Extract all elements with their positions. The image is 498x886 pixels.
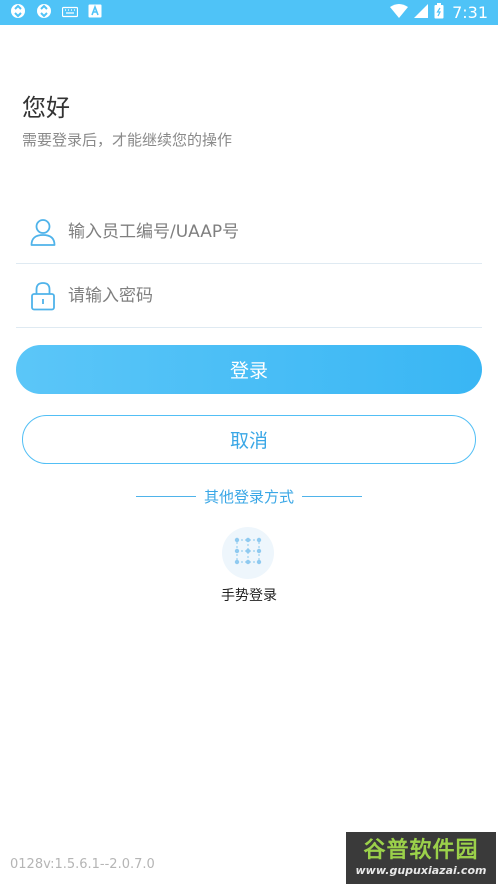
other-login-title: 其他登录方式 xyxy=(203,487,294,506)
password-input[interactable] xyxy=(68,285,482,306)
cancel-button[interactable]: 取消 xyxy=(22,415,476,464)
username-field[interactable] xyxy=(16,200,482,264)
status-time: 7:31 xyxy=(452,3,488,22)
login-button[interactable]: 登录 xyxy=(16,345,482,394)
username-input[interactable] xyxy=(68,221,482,242)
divider-line-left xyxy=(135,495,196,497)
version-text: 0128v:1.5.6.1--2.0.7.0 xyxy=(10,857,155,872)
status-right: 7:31 xyxy=(384,2,488,23)
gesture-login-button[interactable] xyxy=(222,527,274,579)
page-title: 您好 xyxy=(22,94,70,122)
watermark-text: 谷普软件园 xyxy=(363,838,479,863)
watermark-logo: 谷普软件园 www.gupuxiazai.com xyxy=(346,832,496,884)
other-login-divider: 其他登录方式 xyxy=(0,484,498,508)
page-subtitle: 需要登录后，才能继续您的操作 xyxy=(22,131,233,149)
divider-line-right xyxy=(302,495,362,497)
battery-icon xyxy=(434,2,444,23)
notification-a-icon xyxy=(88,3,102,22)
lock-icon xyxy=(16,281,68,311)
gesture-grid-icon xyxy=(233,536,263,570)
sync-icon xyxy=(10,3,26,23)
password-field[interactable] xyxy=(16,264,482,328)
watermark-url: www.gupuxiazai.com xyxy=(355,864,487,877)
wifi-icon xyxy=(390,3,409,22)
sync-icon xyxy=(36,3,52,23)
signal-icon xyxy=(414,3,429,22)
user-icon xyxy=(16,218,68,246)
status-left xyxy=(10,3,112,23)
gesture-login-label[interactable]: 手势登录 xyxy=(0,585,498,605)
keyboard-icon xyxy=(61,3,79,22)
status-bar: 7:31 xyxy=(0,0,498,25)
